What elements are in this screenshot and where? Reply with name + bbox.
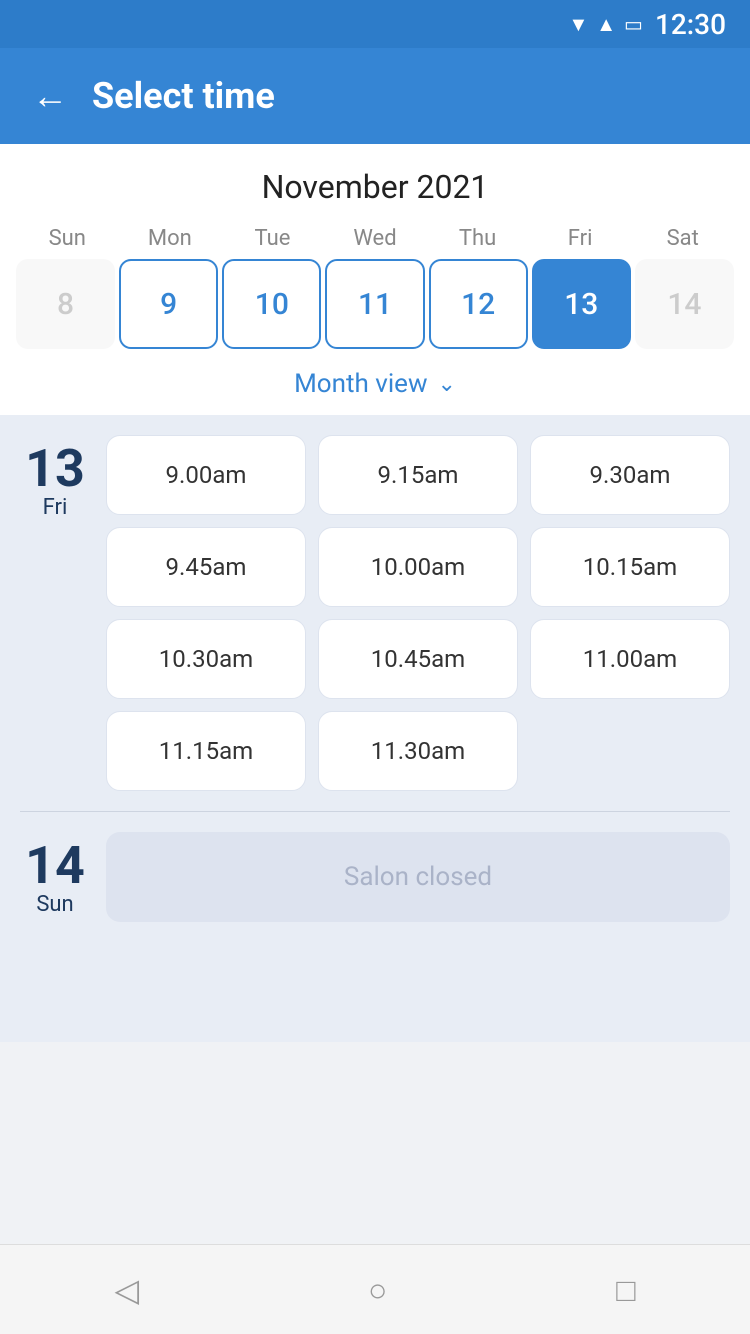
- day-14[interactable]: 14: [635, 259, 734, 349]
- status-bar: ▼ ▲ ▭ 12:30: [0, 0, 750, 48]
- day-10[interactable]: 10: [222, 259, 321, 349]
- days-row: 8 9 10 11 12 13 14: [0, 259, 750, 349]
- slot-1045am[interactable]: 10.45am: [318, 619, 518, 699]
- weekday-wed: Wed: [324, 226, 427, 251]
- month-year-title: November 2021: [0, 168, 750, 206]
- wifi-icon: ▼: [568, 12, 588, 37]
- header: ← Select time: [0, 48, 750, 144]
- day-13-inner: 13 Fri 9.00am 9.15am 9.30am 9.45am 10.00…: [0, 435, 750, 791]
- weekday-tue: Tue: [221, 226, 324, 251]
- slot-1115am[interactable]: 11.15am: [106, 711, 306, 791]
- slot-1100am[interactable]: 11.00am: [530, 619, 730, 699]
- calendar-section: November 2021 Sun Mon Tue Wed Thu Fri Sa…: [0, 144, 750, 415]
- nav-home-button[interactable]: ○: [368, 1274, 387, 1306]
- weekday-thu: Thu: [426, 226, 529, 251]
- status-icons: ▼ ▲ ▭: [568, 12, 643, 37]
- day-8[interactable]: 8: [16, 259, 115, 349]
- slot-1030am[interactable]: 10.30am: [106, 619, 306, 699]
- day-13-slots-grid: 9.00am 9.15am 9.30am 9.45am 10.00am 10.1…: [106, 435, 730, 791]
- nav-back-button[interactable]: ◁: [114, 1274, 139, 1306]
- day-13-number: 13: [20, 443, 90, 495]
- weekday-fri: Fri: [529, 226, 632, 251]
- month-view-label: Month view: [294, 369, 427, 399]
- day-13-label: 13 Fri: [20, 435, 90, 520]
- time-slots-section: 13 Fri 9.00am 9.15am 9.30am 9.45am 10.00…: [0, 415, 750, 1042]
- slot-1130am[interactable]: 11.30am: [318, 711, 518, 791]
- weekday-headers: Sun Mon Tue Wed Thu Fri Sat: [0, 226, 750, 251]
- day-13-block: 13 Fri 9.00am 9.15am 9.30am 9.45am 10.00…: [0, 415, 750, 791]
- weekday-sun: Sun: [16, 226, 119, 251]
- weekday-sat: Sat: [631, 226, 734, 251]
- day-12[interactable]: 12: [429, 259, 528, 349]
- month-view-toggle[interactable]: Month view ⌄: [0, 349, 750, 415]
- day-13[interactable]: 13: [532, 259, 631, 349]
- day-9[interactable]: 9: [119, 259, 218, 349]
- day-14-inner: 14 Sun Salon closed: [0, 832, 750, 922]
- salon-closed-label: Salon closed: [106, 832, 730, 922]
- page-title: Select time: [92, 75, 275, 117]
- battery-icon: ▭: [624, 12, 643, 36]
- slot-915am[interactable]: 9.15am: [318, 435, 518, 515]
- slot-945am[interactable]: 9.45am: [106, 527, 306, 607]
- weekday-mon: Mon: [119, 226, 222, 251]
- slot-1015am[interactable]: 10.15am: [530, 527, 730, 607]
- slot-900am[interactable]: 9.00am: [106, 435, 306, 515]
- chevron-down-icon: ⌄: [437, 372, 455, 397]
- status-time: 12:30: [655, 8, 726, 41]
- nav-recent-button[interactable]: □: [616, 1274, 635, 1306]
- slot-1000am[interactable]: 10.00am: [318, 527, 518, 607]
- day-14-number: 14: [20, 840, 90, 892]
- bottom-nav: ◁ ○ □: [0, 1244, 750, 1334]
- signal-icon: ▲: [596, 12, 616, 37]
- day-14-label: 14 Sun: [20, 832, 90, 917]
- back-button[interactable]: ←: [32, 78, 68, 114]
- day-14-block: 14 Sun Salon closed: [0, 812, 750, 1022]
- slot-930am[interactable]: 9.30am: [530, 435, 730, 515]
- day-11[interactable]: 11: [325, 259, 424, 349]
